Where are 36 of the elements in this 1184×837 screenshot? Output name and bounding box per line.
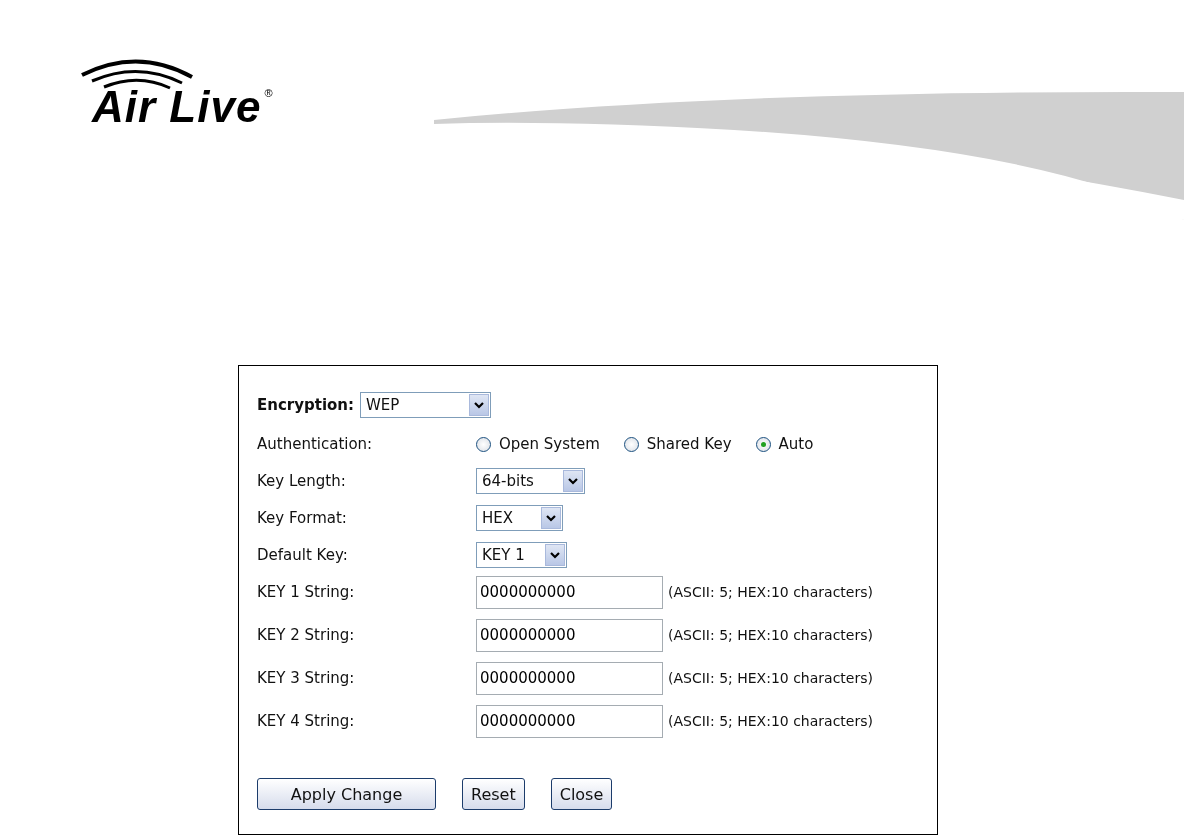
logo-wordmark: Air Live: [92, 85, 262, 129]
field-label: Default Key:: [257, 546, 349, 564]
registered-mark: ®: [264, 87, 273, 99]
radio-label: Open System: [499, 435, 600, 453]
radio-label: Auto: [778, 435, 814, 453]
field-label: Authentication:: [257, 435, 374, 453]
field-label: Encryption:: [257, 396, 355, 414]
chevron-down-icon: [474, 401, 485, 409]
hint-text: (ASCII: 5; HEX:10 characters): [668, 627, 873, 643]
button[interactable]: Apply Change: [257, 778, 436, 810]
field-label: KEY 1 String:: [257, 583, 356, 601]
field-label: KEY 3 String:: [257, 669, 356, 687]
chevron-down-icon: [568, 477, 578, 485]
button[interactable]: Reset: [462, 778, 525, 810]
dropdown[interactable]: 64-bits: [476, 468, 585, 494]
button[interactable]: Close: [550, 778, 613, 810]
radio-label: Shared Key: [646, 435, 732, 453]
dropdown[interactable]: KEY 1: [476, 542, 567, 568]
dropdown[interactable]: HEX: [476, 505, 563, 531]
hint-text: (ASCII: 5; HEX:10 characters): [668, 670, 873, 686]
dropdown[interactable]: WEP: [360, 392, 492, 418]
input-field[interactable]: 0000000000: [476, 618, 663, 652]
hint-text: (ASCII: 5; HEX:10 characters): [668, 584, 873, 600]
radio-button[interactable]: [755, 436, 771, 452]
field-label: KEY 4 String:: [257, 712, 356, 730]
input-field[interactable]: 0000000000: [476, 704, 663, 738]
chevron-down-icon: [550, 551, 560, 559]
input-field[interactable]: 0000000000: [476, 575, 663, 609]
field-label: Key Length:: [257, 472, 347, 490]
radio-button[interactable]: [476, 436, 491, 452]
radio-button[interactable]: [623, 436, 639, 452]
field-label: Key Format:: [257, 509, 348, 527]
hint-text: (ASCII: 5; HEX:10 characters): [668, 713, 873, 729]
chevron-down-icon: [546, 514, 556, 522]
input-field[interactable]: 0000000000: [476, 661, 663, 695]
field-label: KEY 2 String:: [257, 626, 356, 644]
